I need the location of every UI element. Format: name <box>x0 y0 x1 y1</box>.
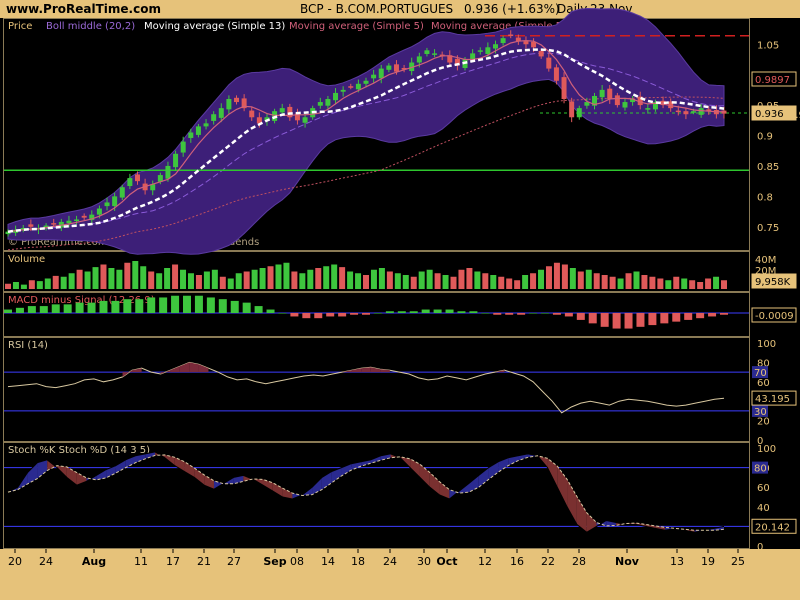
legend-macd: MACD minus Signal (12,26,9) <box>8 295 155 306</box>
x-tick-label: 19 <box>701 555 715 568</box>
price-last-value: 0.936 <box>755 109 784 120</box>
x-tick-label: 22 <box>541 555 555 568</box>
watermark: © ProRealTime.com Data adjusted after di… <box>8 237 260 248</box>
price-marker-value-box <box>751 71 797 87</box>
x-tick-label: 17 <box>166 555 180 568</box>
stoch-level-box <box>752 461 768 474</box>
price-marker-value-2: 0.95 <box>789 110 800 121</box>
price-last-value-box <box>751 105 797 121</box>
x-tick-label: 12 <box>478 555 492 568</box>
x-tick-label: 20 <box>8 555 22 568</box>
x-tick-label: 27 <box>227 555 241 568</box>
rsi-level-label: 30 <box>754 407 767 418</box>
rsi-last-value-box <box>751 390 797 406</box>
date-label: 23 Nov <box>590 2 633 16</box>
period-label: Daily <box>557 2 588 16</box>
rsi-last-value: 43.195 <box>755 394 790 405</box>
stoch-last-value-box <box>751 518 797 534</box>
price-tick-label: 0.75 <box>757 223 779 234</box>
legend-ma50: Moving average (Simple 50) <box>431 21 573 32</box>
legend-rsi: RSI (14) <box>8 340 48 351</box>
x-tick-label: 24 <box>383 555 397 568</box>
x-tick-label: 24 <box>39 555 53 568</box>
x-tick-label: Oct <box>436 555 457 568</box>
price-tick-label: 1 <box>757 71 763 82</box>
x-tick-label: 16 <box>510 555 524 568</box>
quote-value: 0.936 (+1.63%) <box>464 2 560 16</box>
x-tick-label: 25 <box>731 555 745 568</box>
x-tick-label: 11 <box>134 555 148 568</box>
stoch-last-value: 20.142 <box>755 522 790 533</box>
macd-last-value-box <box>751 307 797 323</box>
stoch-tick-label: 100 <box>757 444 776 455</box>
rsi-level-label: 70 <box>754 368 767 379</box>
legend-boll: Boll middle (20,2) <box>46 21 136 32</box>
legend-ma13: Moving average (Simple 13) <box>144 21 286 32</box>
x-tick-label: 21 <box>197 555 211 568</box>
x-tick-label: Aug <box>82 555 106 568</box>
title-bar: www.ProRealTime.com BCP - B.COM.PORTUGUE… <box>0 0 800 18</box>
legend-price: Price <box>8 21 33 32</box>
stoch-tick-label: 80 <box>757 464 770 475</box>
rsi-level-box <box>752 366 768 379</box>
volume-last-value: 9,958K <box>755 277 791 288</box>
stoch-tick-label: 40 <box>757 503 770 514</box>
macd-last-value: -0.0009 <box>755 311 794 322</box>
site-name[interactable]: www.ProRealTime.com <box>6 2 161 16</box>
symbol-name: BCP - B.COM.PORTUGUES <box>300 2 454 16</box>
x-axis-labels: 20 24 Aug 11 17 21 27 Sep 08 14 18 24 30 Oct 12 16 22 28 N… <box>8 549 745 568</box>
axes: 1.0510.950.90.850.80.750.98970.950.93640… <box>751 40 800 553</box>
price-tick-label: 0.95 <box>757 101 779 112</box>
rsi-panel[interactable]: RSI (14) <box>3 337 750 442</box>
rsi-tick-label: 0 <box>757 436 763 447</box>
x-tick-label: 08 <box>290 555 304 568</box>
rsi-tick-label: 100 <box>757 339 776 350</box>
macd-panel[interactable]: MACD minus Signal (12,26,9) <box>3 292 750 337</box>
stoch-panel[interactable]: Stoch %K Stoch %D (14 3 5) <box>3 442 750 549</box>
x-tick-label: 28 <box>572 555 586 568</box>
legend-ma5: Moving average (Simple 5) <box>289 21 424 32</box>
stoch-tick-label: 20 <box>757 522 770 533</box>
rsi-tick-label: 20 <box>757 417 770 428</box>
volume-last-value-box <box>751 273 797 289</box>
legend-volume: Volume <box>8 254 46 265</box>
stoch-tick-label: 60 <box>757 483 770 494</box>
price-tick-label: 1.05 <box>757 40 779 51</box>
price-marker-value: 0.9897 <box>755 75 790 86</box>
stoch-level-label: 80 <box>754 464 767 475</box>
x-tick-label: 18 <box>351 555 365 568</box>
volume-tick-label: 20M <box>755 266 776 277</box>
x-tick-label: 13 <box>670 555 684 568</box>
x-tick-label: 30 <box>417 555 431 568</box>
x-tick-label: 14 <box>321 555 335 568</box>
volume-panel[interactable]: Volume <box>3 251 750 292</box>
price-tick-label: 0.8 <box>757 192 773 203</box>
legend-stoch: Stoch %K Stoch %D (14 3 5) <box>8 445 151 456</box>
price-panel[interactable]: Price Boll middle (20,2) Moving average … <box>3 18 750 251</box>
price-tick-label: 0.85 <box>757 162 779 173</box>
x-axis: 20 24 Aug 11 17 21 27 Sep 08 14 18 24 30 Oct 12 16 22 28 N… <box>8 549 745 568</box>
x-tick-label: Nov <box>615 555 640 568</box>
x-tick-label: Sep <box>263 555 286 568</box>
price-tick-label: 0.9 <box>757 132 773 143</box>
chart-window: www.ProRealTime.com BCP - B.COM.PORTUGUE… <box>0 0 800 600</box>
volume-tick-label: 40M <box>755 255 776 266</box>
rsi-tick-label: 60 <box>757 378 770 389</box>
rsi-tick-label: 80 <box>757 358 770 369</box>
rsi-tick-label: 40 <box>757 397 770 408</box>
rsi-level-box <box>752 404 768 417</box>
